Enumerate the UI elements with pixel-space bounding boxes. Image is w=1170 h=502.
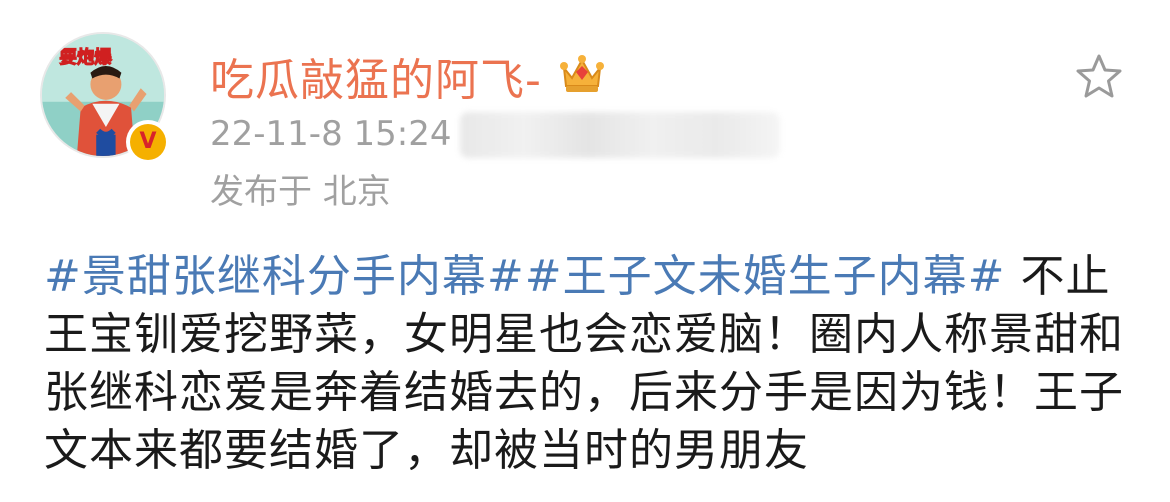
verified-badge-icon: V (126, 120, 170, 164)
avatar-text: 要炮爆 (59, 47, 112, 68)
post-content: #景甜张继科分手内幕##王子文未婚生子内幕# 不止王宝钏爱挖野菜，女明星也会恋爱… (44, 248, 1134, 480)
hashtag-link[interactable]: #景甜张继科分手内幕# (44, 251, 525, 302)
hashtag-link[interactable]: #王子文未婚生子内幕# (525, 251, 1006, 302)
username[interactable]: 吃瓜敲猛的阿飞- (210, 44, 542, 108)
weibo-post-card: 要炮爆 V 吃瓜敲猛的阿飞- 22-11-8 15:24 发布于 北京 #景甜张… (0, 0, 1170, 502)
redacted-source (460, 112, 780, 158)
vip-crown-icon (560, 55, 604, 92)
star-outline-icon[interactable] (1074, 52, 1124, 100)
post-location: 发布于 北京 (210, 172, 391, 212)
post-timestamp: 22-11-8 15:24 (210, 114, 452, 154)
